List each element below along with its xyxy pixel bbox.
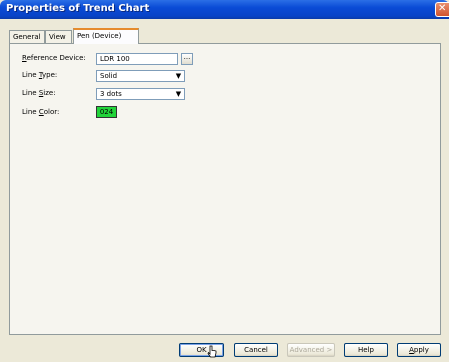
line-size-label: Line Size: [22, 89, 56, 97]
line-color-swatch[interactable]: 024 [96, 106, 117, 118]
tab-pen-device-label: Pen (Device) [77, 32, 122, 40]
line-size-value: 3 dots [100, 90, 122, 98]
reference-device-value: LDR 100 [100, 55, 130, 63]
ok-button[interactable]: OK [179, 343, 224, 357]
chevron-down-icon[interactable]: ▼ [174, 90, 183, 98]
advanced-button-label: Advanced > [289, 346, 333, 354]
apply-button-label: Apply [409, 346, 429, 354]
pen-device-panel: Reference Device: LDR 100 ... Line Type:… [9, 43, 441, 335]
browse-device-button[interactable]: ... [181, 53, 193, 65]
help-button[interactable]: Help [344, 343, 388, 357]
close-icon: ✕ [438, 3, 447, 14]
tab-view-label: View [49, 33, 66, 41]
mouse-cursor-icon [207, 345, 217, 358]
close-button[interactable]: ✕ [435, 2, 449, 17]
line-type-select[interactable]: Solid ▼ [96, 70, 185, 82]
chevron-down-icon[interactable]: ▼ [174, 72, 183, 80]
reference-device-label: Reference Device: [22, 54, 86, 62]
line-type-value: Solid [100, 72, 118, 80]
line-size-select[interactable]: 3 dots ▼ [96, 88, 185, 100]
browse-device-label: ... [183, 53, 191, 61]
title-bar[interactable]: Properties of Trend Chart ✕ [0, 0, 449, 19]
line-color-label: Line Color: [22, 108, 60, 116]
tab-view[interactable]: View [45, 30, 72, 43]
advanced-button[interactable]: Advanced > [287, 343, 335, 357]
properties-dialog: Properties of Trend Chart ✕ General View… [0, 0, 449, 362]
cancel-button-label: Cancel [244, 346, 268, 354]
tab-general-label: General [13, 33, 41, 41]
cancel-button[interactable]: Cancel [234, 343, 278, 357]
reference-device-field[interactable]: LDR 100 [96, 53, 178, 65]
apply-button[interactable]: Apply [397, 343, 441, 357]
line-color-value: 024 [99, 108, 114, 116]
help-button-label: Help [358, 346, 374, 354]
tab-general[interactable]: General [9, 30, 45, 43]
ok-button-label: OK [196, 346, 207, 354]
window-title: Properties of Trend Chart [6, 3, 150, 14]
line-type-label: Line Type: [22, 71, 58, 79]
tab-pen-device[interactable]: Pen (Device) [73, 28, 139, 44]
